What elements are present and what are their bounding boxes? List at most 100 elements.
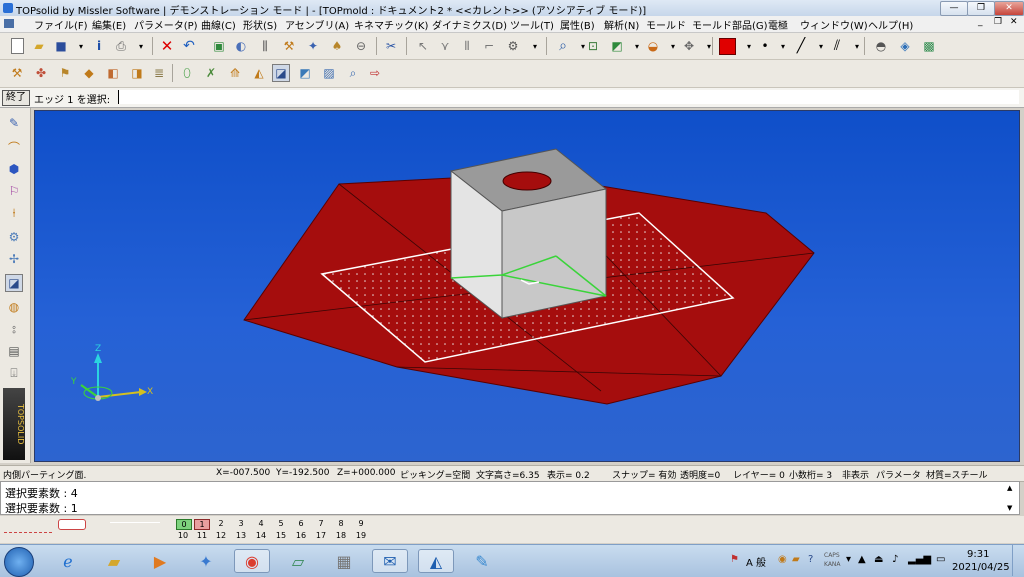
layer-cell[interactable]: 19 xyxy=(354,531,368,540)
media-player-icon[interactable]: ▶ xyxy=(142,549,178,573)
undo-icon[interactable]: ↶ xyxy=(180,37,198,55)
layer-cell[interactable]: 15 xyxy=(274,531,288,540)
solid-icon[interactable]: ⬢ xyxy=(5,160,23,178)
curve-icon[interactable]: ⌒ xyxy=(5,138,23,156)
cross-tool-icon[interactable]: ✗ xyxy=(202,64,220,82)
line-style-icon[interactable]: ╱ xyxy=(792,37,810,55)
status-parameter[interactable]: パラメータ xyxy=(876,468,921,481)
show-desktop-button[interactable] xyxy=(1012,545,1023,576)
save-icon[interactable]: ■ xyxy=(52,37,70,55)
command-input[interactable] xyxy=(118,90,1019,104)
shutoff-icon[interactable]: ▨ xyxy=(320,64,338,82)
status-text-height[interactable]: 文字高さ=6.35 xyxy=(476,468,540,481)
plate-icon[interactable]: ▤ xyxy=(5,342,23,360)
lifter-icon[interactable]: ◭ xyxy=(250,64,268,82)
pan-icon[interactable]: ✥ xyxy=(680,37,698,55)
status-picking[interactable]: ピッキング=空間 xyxy=(400,468,470,481)
mold-base-icon[interactable]: ⚒ xyxy=(8,64,26,82)
core-icon[interactable]: ◧ xyxy=(104,64,122,82)
layer-cell[interactable]: 18 xyxy=(334,531,348,540)
cavity-icon[interactable]: ✤ xyxy=(32,64,50,82)
scroll-up-icon[interactable]: ▲ xyxy=(1007,484,1012,492)
status-layer[interactable]: レイヤー= 0 xyxy=(733,468,785,481)
line-type-sample[interactable] xyxy=(4,522,52,533)
scissors-icon[interactable]: ✂ xyxy=(382,37,400,55)
delete-icon[interactable]: ✕ xyxy=(158,37,176,55)
menu-window[interactable]: ウィンドウ(W) xyxy=(800,17,868,32)
scroll-down-icon[interactable]: ▼ xyxy=(1007,504,1012,512)
end-button[interactable]: 終了 xyxy=(2,90,30,106)
menu-tools[interactable]: ツール(T) xyxy=(510,17,554,32)
menu-help[interactable]: ヘルプ(H) xyxy=(868,17,913,32)
settings-app-icon[interactable]: ✦ xyxy=(188,549,224,573)
parting-icon[interactable]: ◆ xyxy=(80,64,98,82)
layer-cell[interactable]: 16 xyxy=(294,531,308,540)
line-width-icon[interactable]: ⫽ xyxy=(828,37,846,55)
hammer-icon[interactable]: ⚒ xyxy=(280,37,298,55)
message-area[interactable]: 選択要素数 : 4 選択要素数 : 1 ▲ ▼ xyxy=(0,481,1020,515)
save-dropdown-icon[interactable]: ▾ xyxy=(72,37,90,55)
menu-parameter[interactable]: パラメータ(P) xyxy=(134,17,198,32)
pencil-icon[interactable]: ✎ xyxy=(5,114,23,132)
show-hidden-icons[interactable]: ▲ xyxy=(858,554,866,565)
battery-icon[interactable]: ▭ xyxy=(936,554,945,565)
internet-explorer-icon[interactable]: ℯ xyxy=(50,549,86,573)
calculator-icon[interactable]: ▦ xyxy=(326,549,362,573)
layer-cell[interactable]: 0 xyxy=(176,519,192,530)
menu-assembly[interactable]: アセンブリ(A) xyxy=(285,17,349,32)
start-button[interactable] xyxy=(4,547,34,577)
layer-cell[interactable]: 2 xyxy=(214,519,228,528)
minimize-button[interactable]: — xyxy=(940,1,968,16)
kinematic-icon[interactable]: ✢ xyxy=(5,250,23,268)
slide-icon[interactable]: ⟰ xyxy=(226,64,244,82)
status-hidden[interactable]: 非表示 xyxy=(842,468,869,481)
menu-file[interactable]: ファイル(F) xyxy=(34,17,88,32)
columns-icon[interactable]: ⦀ xyxy=(458,37,476,55)
chrome-icon[interactable]: ◉ xyxy=(234,549,270,573)
menu-edit[interactable]: 編集(E) xyxy=(92,17,126,32)
parameters-icon[interactable]: ⫼ xyxy=(256,37,274,55)
hook-icon[interactable]: ⌐ xyxy=(480,37,498,55)
menu-analysis[interactable]: 解析(N) xyxy=(604,17,639,32)
layer-cell[interactable]: 11 xyxy=(195,531,209,540)
zoom-icon[interactable]: ⌕ xyxy=(554,37,572,55)
menu-dynamics[interactable]: ダイナミクス(D) xyxy=(432,17,507,32)
layer-cell[interactable]: 10 xyxy=(176,531,190,540)
edge-icon[interactable]: ⬯ xyxy=(178,64,196,82)
export-icon[interactable]: ⇨ xyxy=(366,64,384,82)
menu-electrode[interactable]: 電極 xyxy=(768,17,788,32)
view-icon[interactable]: ◩ xyxy=(608,37,626,55)
menu-mold[interactable]: モールド xyxy=(646,17,686,32)
line-style-sample[interactable] xyxy=(58,519,86,530)
maximize-button[interactable]: ❐ xyxy=(967,1,995,16)
refresh-icon[interactable]: ▣ xyxy=(210,37,228,55)
outlook-icon[interactable]: ✉ xyxy=(372,549,408,573)
doc-close-button[interactable]: ✕ xyxy=(1010,17,1018,27)
status-material[interactable]: 材質=スチール xyxy=(926,468,988,481)
layer-cell[interactable]: 8 xyxy=(334,519,348,528)
document-icon[interactable] xyxy=(4,19,14,28)
info-icon[interactable]: i xyxy=(90,37,108,55)
color-swatch[interactable] xyxy=(718,37,736,55)
point-dropdown-icon[interactable]: ▾ xyxy=(774,37,792,55)
topsolid-task-icon[interactable]: ◭ xyxy=(418,549,454,573)
layer-cell[interactable]: 13 xyxy=(234,531,248,540)
clock-date[interactable]: 2021/04/25 xyxy=(952,562,1010,573)
ime-indicator[interactable]: A 般 xyxy=(746,554,766,569)
help-tray-icon[interactable]: ? xyxy=(808,554,813,565)
settings-icon[interactable]: ⚙ xyxy=(504,37,522,55)
split-icon[interactable]: ⚑ xyxy=(56,64,74,82)
hat-icon[interactable]: ◓ xyxy=(872,37,890,55)
layer-cell[interactable]: 3 xyxy=(234,519,248,528)
mold-icon[interactable]: ▩ xyxy=(920,37,938,55)
notes-icon[interactable]: ▱ xyxy=(280,549,316,573)
menu-kinematic[interactable]: キネマチック(K) xyxy=(354,17,428,32)
file-explorer-icon[interactable]: ▰ xyxy=(96,549,132,573)
layer-cell[interactable]: 1 xyxy=(194,519,210,530)
doc-restore-button[interactable]: ❐ xyxy=(994,17,1002,27)
block-front-face[interactable] xyxy=(501,188,607,319)
3d-viewport[interactable]: Z Y X xyxy=(34,110,1020,462)
network-icon[interactable]: ▂▄▆ xyxy=(908,554,931,565)
block-hole[interactable] xyxy=(502,171,552,191)
paint-app-icon[interactable]: ✎ xyxy=(464,549,500,573)
